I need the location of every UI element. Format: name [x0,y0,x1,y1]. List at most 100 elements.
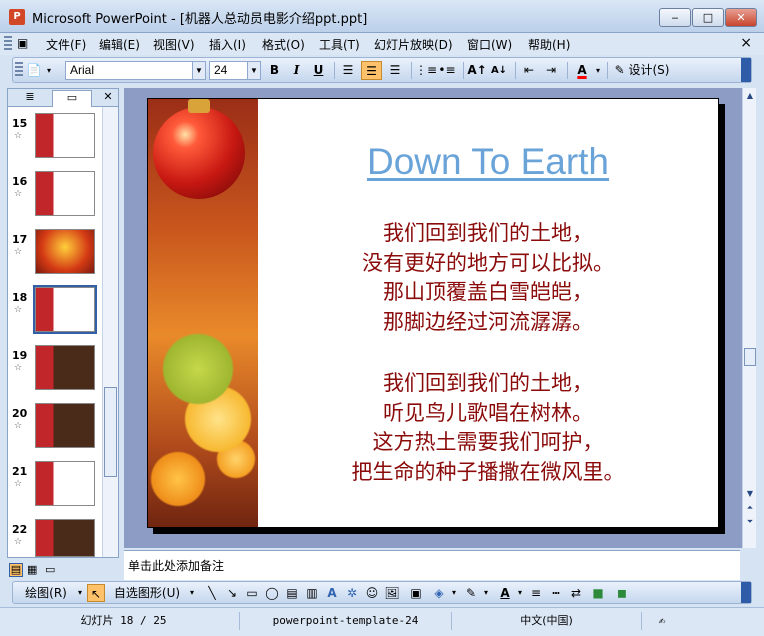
decrease-indent-icon[interactable]: ⇤ [519,61,539,80]
thumbnail-scroll-thumb[interactable] [104,387,117,477]
font-name-combo[interactable]: Arial ▼ [65,61,206,80]
powerpoint-icon[interactable]: P [9,9,25,25]
shadow-style-icon[interactable]: ■ [589,584,607,602]
slide-thumbnail-15[interactable]: 15 ☆ [12,113,102,163]
text-box-icon[interactable]: ▤ [283,584,301,602]
menu-insert[interactable]: 插入(I) [209,36,246,53]
decrease-font-icon[interactable]: A↓ [489,61,509,80]
menu-edit[interactable]: 编辑(E) [99,36,140,53]
chevron-down-icon[interactable]: ▾ [75,584,85,602]
thumbnail-scrollbar[interactable] [102,107,118,557]
slideshow-icon[interactable]: ▭ [45,563,55,576]
drawing-toolbar-options-button[interactable] [741,582,751,603]
font-color-dropdown-icon[interactable]: ▾ [593,61,603,80]
menu-slideshow[interactable]: 幻灯片放映(D) [374,36,453,53]
line-icon[interactable]: ╲ [203,584,221,602]
tab-slides[interactable]: ▭ [52,90,92,107]
arrow-style-icon[interactable]: ⇄ [567,584,585,602]
autoshapes-button[interactable]: 自选图形(U) [107,584,187,602]
numbering-icon[interactable]: ⋮≡ [415,61,437,80]
align-left-icon[interactable]: ☰ [338,61,358,80]
scroll-up-icon[interactable]: ▲ [744,90,756,102]
document-close-button[interactable]: × [740,35,752,51]
chevron-down-icon[interactable]: ▾ [449,584,459,602]
oval-icon[interactable]: ◯ [263,584,281,602]
vertical-text-box-icon[interactable]: ▥ [303,584,321,602]
slide-scroll-thumb[interactable] [744,348,756,366]
new-document-icon[interactable]: 📄 [25,61,43,80]
clip-art-icon[interactable]: ☺ [363,584,381,602]
chevron-down-icon[interactable]: ▾ [187,584,197,602]
arrow-icon[interactable]: ↘ [223,584,241,602]
select-pointer-icon[interactable]: ↖ [87,584,105,602]
design-button[interactable]: ✎ 设计(S) [611,61,673,80]
increase-indent-icon[interactable]: ⇥ [541,61,561,80]
previous-slide-icon[interactable]: ⏶ [744,502,756,514]
menu-bar: ▣ 文件(F) 编辑(E) 视图(V) 插入(I) 格式(O) 工具(T) 幻灯… [0,33,764,55]
picture-icon[interactable]: 🖼 [383,584,401,602]
align-center-icon[interactable]: ☰ [361,61,382,80]
slide-thumbnail-18[interactable]: 18 ☆ [12,285,102,337]
line-style-icon[interactable]: ≡ [527,584,545,602]
slide-number: 17 [12,233,28,246]
chevron-down-icon[interactable]: ▾ [515,584,525,602]
menu-tools[interactable]: 工具(T) [319,36,360,53]
pane-close-button[interactable]: ✕ [100,90,116,107]
toolbar-grip[interactable] [15,62,23,78]
line-color-icon[interactable]: ✎ [461,584,481,602]
animation-star-icon: ☆ [14,189,23,199]
bold-button[interactable]: B [265,61,284,80]
draw-menu-button[interactable]: 绘图(R) [17,584,75,602]
menu-file[interactable]: 文件(F) [46,36,86,53]
slide-thumbnail-19[interactable]: 19 ☆ [12,345,102,395]
slide-vertical-scrollbar[interactable]: ▲ ▼ ⏶ ⏷ [742,88,756,548]
slide-thumbnail-22[interactable]: 22 ☆ [12,519,102,559]
next-slide-icon[interactable]: ⏷ [744,516,756,528]
fill-color-icon[interactable]: ◈ [429,584,449,602]
diagram-icon[interactable]: ✲ [343,584,361,602]
scroll-down-icon[interactable]: ▼ [744,488,756,500]
minimize-button[interactable]: ‒ [659,8,691,27]
increase-font-icon[interactable]: A↑ [467,61,487,80]
chevron-down-icon[interactable]: ▾ [481,584,491,602]
close-button[interactable]: ✕ [725,8,757,27]
slide-thumbnail-21[interactable]: 21 ☆ [12,461,102,511]
toolbar-options-button[interactable] [741,58,751,82]
menu-window[interactable]: 窗口(W) [467,36,512,53]
rectangle-icon[interactable]: ▭ [243,584,261,602]
menu-help[interactable]: 帮助(H) [528,36,570,53]
slide-title[interactable]: Down To Earth [258,141,718,183]
slide-canvas[interactable]: Down To Earth 我们回到我们的土地， 没有更好的地方可以比拟。 那山… [147,98,719,528]
bullets-icon[interactable]: •≡ [437,61,457,80]
menu-view[interactable]: 视图(V) [153,36,195,53]
slide-thumbnail-20[interactable]: 20 ☆ [12,403,102,453]
3d-style-icon[interactable]: ◼ [613,584,631,602]
dash-style-icon[interactable]: ┅ [547,584,565,602]
picture-from-file-icon[interactable]: ▣ [407,584,425,602]
italic-button[interactable]: I [287,61,306,80]
notes-pane[interactable]: 单击此处添加备注 [124,550,740,580]
tab-outline[interactable]: ≣ [10,90,50,107]
chevron-down-icon[interactable]: ▼ [247,62,260,79]
font-size-value: 24 [214,63,228,77]
menu-format[interactable]: 格式(O) [262,36,305,53]
poem-stanza-1[interactable]: 我们回到我们的土地， 没有更好的地方可以比拟。 那山顶覆盖白雪皑皑， 那脚边经过… [258,219,718,337]
chevron-down-icon[interactable]: ▼ [192,62,205,79]
draw-font-color-icon[interactable]: A [495,584,515,602]
normal-view-icon[interactable]: ▤ [9,563,23,577]
font-color-icon[interactable]: A [571,61,593,80]
align-right-icon[interactable]: ☰ [385,61,405,80]
poem-stanza-2[interactable]: 我们回到我们的土地， 听见鸟儿歌唱在树林。 这方热土需要我们呵护， 把生命的种子… [258,369,718,487]
font-size-combo[interactable]: 24 ▼ [209,61,261,80]
slide-thumbnail-17[interactable]: 17 ☆ [12,229,102,279]
menu-grip[interactable] [4,36,12,52]
slide-number: 21 [12,465,28,478]
slide-thumbnail-16[interactable]: 16 ☆ [12,171,102,221]
spelling-icon[interactable]: ✍ [642,612,682,630]
slide-sorter-icon[interactable]: ▦ [27,563,37,576]
wordart-icon[interactable]: A [323,584,341,602]
underline-button[interactable]: U [309,61,328,80]
new-dropdown-icon[interactable]: ▾ [44,61,54,80]
mini-doc-icon[interactable]: ▣ [17,36,28,50]
maximize-button[interactable]: □ [692,8,724,27]
